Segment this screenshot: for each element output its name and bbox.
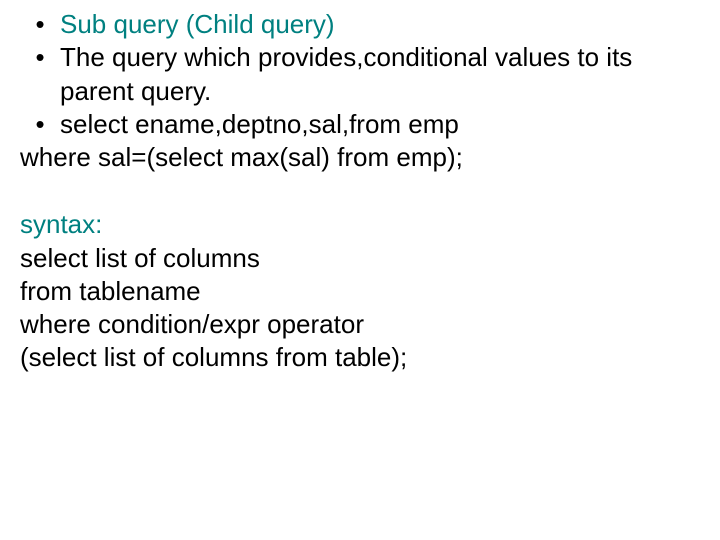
syntax-line-2: from tablename bbox=[20, 275, 700, 308]
bullet-item-2: • The query which provides,conditional v… bbox=[20, 41, 700, 108]
slide-body: • Sub query (Child query) • The query wh… bbox=[0, 0, 720, 540]
bullet-text-2: The query which provides,conditional val… bbox=[60, 41, 700, 108]
syntax-line-1: select list of columns bbox=[20, 242, 700, 275]
blank-spacer bbox=[20, 174, 700, 208]
bullet-text-3: select ename,deptno,sal,from emp bbox=[60, 108, 700, 141]
bullet-text-1: Sub query (Child query) bbox=[60, 8, 700, 41]
bullet-dot-icon: • bbox=[20, 41, 60, 74]
bullet-item-3: • select ename,deptno,sal,from emp bbox=[20, 108, 700, 141]
syntax-line-3: where condition/expr operator bbox=[20, 308, 700, 341]
syntax-heading: syntax: bbox=[20, 208, 700, 241]
bullet-item-1: • Sub query (Child query) bbox=[20, 8, 700, 41]
code-line-where: where sal=(select max(sal) from emp); bbox=[20, 141, 700, 174]
syntax-line-4: (select list of columns from table); bbox=[20, 341, 700, 374]
bullet-dot-icon: • bbox=[20, 8, 60, 41]
bullet-dot-icon: • bbox=[20, 108, 60, 141]
